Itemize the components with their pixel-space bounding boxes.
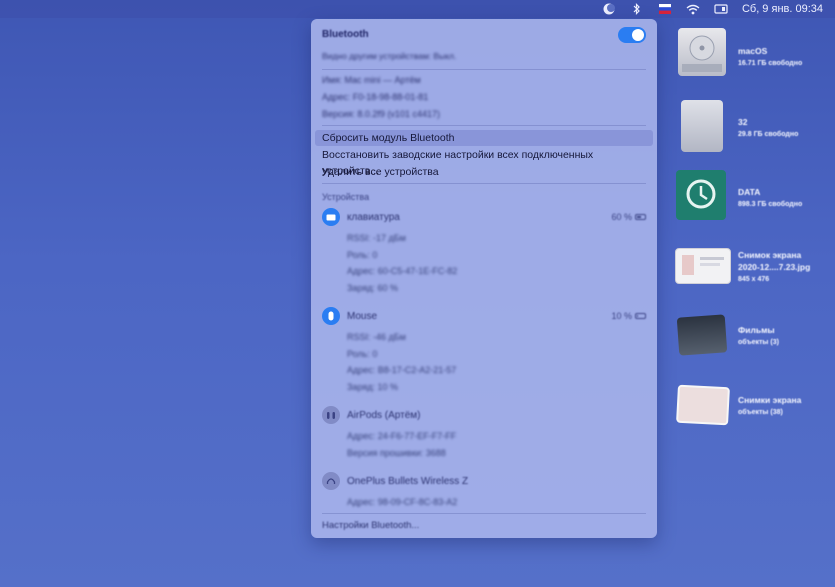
moon-icon[interactable] xyxy=(602,3,616,15)
device-detail: Адрес: B8-17-C2-A2-21-57 xyxy=(347,365,457,375)
desktop-sublabel: объекты (38) xyxy=(738,409,783,416)
screenshot-thumbnail-icon[interactable] xyxy=(675,248,731,284)
desktop-sublabel: 16.71 ГБ свободно xyxy=(738,60,803,67)
battery-percent: 60 % xyxy=(611,212,632,222)
display-icon[interactable] xyxy=(714,3,728,15)
desktop-label: 2020-12....7.23.jpg xyxy=(738,262,811,272)
device-oneplus[interactable]: OnePlus Bullets Wireless Z xyxy=(347,476,468,487)
menu-bar-clock[interactable]: Сб, 9 янв. 09:34 xyxy=(742,3,823,15)
device-detail: Адрес: 60-C5-47-1E-FC-82 xyxy=(347,266,458,276)
screenshots-stack-icon[interactable] xyxy=(676,384,730,426)
device-detail: Заряд: 60 % xyxy=(347,283,398,293)
divider xyxy=(322,513,646,514)
headphones-icon xyxy=(322,472,340,490)
flag-icon[interactable] xyxy=(658,3,672,15)
menu-bar-status-area: Сб, 9 янв. 09:34 xyxy=(602,0,823,18)
device-airpods[interactable]: AirPods (Артём) xyxy=(347,410,420,421)
bluetooth-menu-icon[interactable] xyxy=(630,3,644,15)
host-version: Версия: 8.0.2f9 (v101 c4417) xyxy=(322,109,440,119)
battery-icon xyxy=(635,313,646,319)
discoverable-status: Видно другим устройствам: Выкл. xyxy=(322,51,457,61)
desktop-sublabel: 898.3 ГБ свободно xyxy=(738,201,803,208)
bluetooth-settings-link[interactable]: Настройки Bluetooth... xyxy=(322,520,646,531)
device-detail: Роль: 0 xyxy=(347,349,378,359)
airpods-icon xyxy=(322,406,340,424)
device-detail: Версия прошивки: 3688 xyxy=(347,448,446,458)
host-name: Имя: Mac mini — Артём xyxy=(322,75,421,85)
macos-drive-icon[interactable] xyxy=(678,28,726,76)
device-detail: Адрес: 24-F6-77-EF-F7-FF xyxy=(347,431,457,441)
device-mouse[interactable]: Mouse xyxy=(347,311,377,322)
battery-percent: 10 % xyxy=(611,311,632,321)
bluetooth-toggle[interactable] xyxy=(618,27,646,43)
movies-stack-icon[interactable] xyxy=(676,314,728,356)
panel-title: Bluetooth xyxy=(322,29,369,40)
devices-section-title: Устройства xyxy=(322,192,370,202)
divider xyxy=(322,183,646,184)
desktop-label: Снимок экрана xyxy=(738,250,802,260)
device-detail: RSSI: -46 дБм xyxy=(347,332,406,342)
device-detail: RSSI: -17 дБм xyxy=(347,233,406,243)
toggle-knob xyxy=(632,29,644,41)
device-keyboard-battery: 60 % xyxy=(611,212,646,222)
device-mouse-battery: 10 % xyxy=(611,311,646,321)
device-detail: Роль: 0 xyxy=(347,250,378,260)
battery-fill xyxy=(637,216,641,218)
desktop-label: macOS xyxy=(738,46,768,56)
desktop-label: Фильмы xyxy=(738,325,775,335)
device-detail: Адрес: 98-09-CF-8C-83-A2 xyxy=(347,497,458,507)
menu-bar: Сб, 9 янв. 09:34 xyxy=(0,0,835,18)
desktop-label: DATA xyxy=(738,187,761,197)
host-address: Адрес: F0-18-98-88-01-81 xyxy=(322,92,429,102)
divider xyxy=(322,69,646,70)
desktop-sublabel: объекты (3) xyxy=(738,339,779,346)
device-detail: Заряд: 10 % xyxy=(347,382,398,392)
keyboard-icon xyxy=(322,208,340,226)
drive-32-icon[interactable] xyxy=(681,100,723,152)
factory-reset-devices-item[interactable]: Восстановить заводские настройки всех по… xyxy=(315,147,653,177)
battery-icon xyxy=(635,214,646,220)
wifi-icon[interactable] xyxy=(686,3,700,15)
desktop-label: Снимки экрана xyxy=(738,395,802,405)
time-machine-drive-icon[interactable] xyxy=(676,170,726,220)
device-keyboard[interactable]: клавиатура xyxy=(347,212,400,223)
mouse-icon xyxy=(322,307,340,325)
reset-bluetooth-module-item[interactable]: Сбросить модуль Bluetooth xyxy=(315,130,653,146)
divider xyxy=(322,125,646,126)
battery-fill xyxy=(637,315,638,317)
desktop-label: 32 xyxy=(738,117,748,127)
desktop-sublabel: 845 x 476 xyxy=(738,276,770,283)
remove-all-devices-item[interactable]: Удалить все устройства xyxy=(315,164,653,180)
bluetooth-menu-panel: Bluetooth Видно другим устройствам: Выкл… xyxy=(311,19,657,538)
desktop-sublabel: 29.8 ГБ свободно xyxy=(738,131,799,138)
